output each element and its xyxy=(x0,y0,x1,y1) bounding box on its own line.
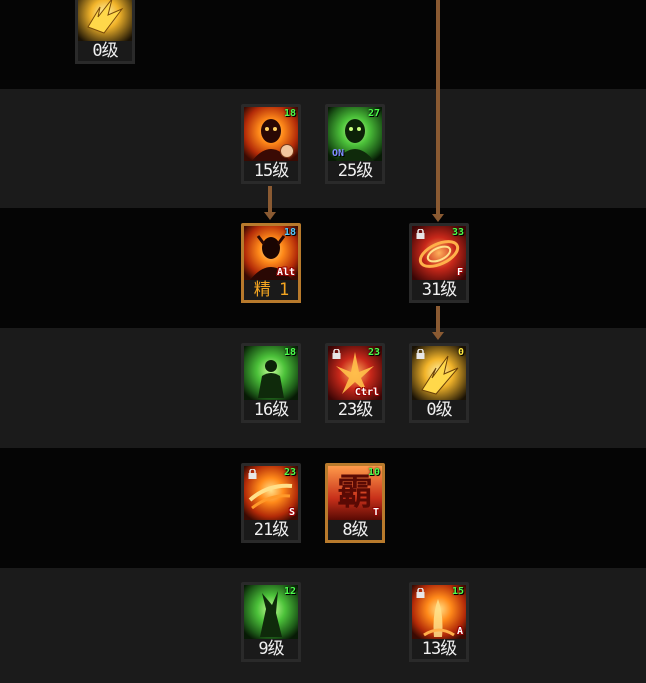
lock-icon xyxy=(416,229,425,239)
skill-level-label: 0级 xyxy=(409,400,469,423)
skill-level-label: 15级 xyxy=(241,161,301,184)
skill-icon-frame: 0 xyxy=(409,343,469,403)
skill-slot-2[interactable]: 27 ON 25级 xyxy=(325,104,385,186)
skill-icon-frame: 18 xyxy=(241,343,301,403)
required-level-badge: 18 xyxy=(283,347,296,358)
skill-slot-4[interactable]: 33 F 31级 xyxy=(409,223,469,305)
hotkey-label: F xyxy=(456,267,463,278)
required-level-badge: 23 xyxy=(367,347,380,358)
skill-slot-6[interactable]: 23 Ctrl 23级 xyxy=(325,343,385,425)
skill-level-label: 25级 xyxy=(325,161,385,184)
row-band-6 xyxy=(0,568,646,683)
skill-level-label: 精 1 xyxy=(241,280,301,303)
row-band-4 xyxy=(0,328,646,448)
hotkey-label: A xyxy=(456,626,463,637)
skill-level-label: 0级 xyxy=(75,41,135,64)
skill-icon-frame: 18 xyxy=(241,104,301,164)
required-level-badge: 10 xyxy=(367,467,380,478)
prereq-arrow-top xyxy=(432,214,444,222)
toggle-on-indicator: ON xyxy=(332,148,345,159)
skill-icon-frame: 33 F xyxy=(409,223,469,283)
hotkey-label: S xyxy=(288,507,295,518)
lock-icon xyxy=(416,588,425,598)
hotkey-label: Alt xyxy=(276,267,295,278)
required-level-badge: 18 xyxy=(283,227,296,238)
skill-slot-10[interactable]: 12 9级 xyxy=(241,582,301,664)
lock-icon xyxy=(416,349,425,359)
required-level-badge: 27 xyxy=(367,108,380,119)
skill-slot-0[interactable]: 0级 xyxy=(75,0,135,66)
required-level-badge: 12 xyxy=(283,586,296,597)
skill-slot-7[interactable]: 0 0级 xyxy=(409,343,469,425)
row-band-3 xyxy=(0,208,646,328)
prereq-line-top xyxy=(436,0,440,214)
skill-level-label: 21级 xyxy=(241,520,301,543)
skill-slot-5[interactable]: 18 16级 xyxy=(241,343,301,425)
required-level-badge: 23 xyxy=(283,467,296,478)
skill-slot-9[interactable]: 霸 10 T 8级 xyxy=(325,463,385,545)
skill-slot-3[interactable]: 18 Alt 精 1 xyxy=(241,223,301,305)
skill-slot-8[interactable]: 23 S 21级 xyxy=(241,463,301,545)
skill-level-label: 23级 xyxy=(325,400,385,423)
skill-level-label: 9级 xyxy=(241,639,301,662)
skill-slot-1[interactable]: 18 15级 xyxy=(241,104,301,186)
skill-level-label: 8级 xyxy=(325,520,385,543)
skill-slot-11[interactable]: 15 A 13级 xyxy=(409,582,469,664)
row-band-2 xyxy=(0,89,646,208)
skill-level-label: 13级 xyxy=(409,639,469,662)
skill-icon-frame: 15 A xyxy=(409,582,469,642)
row-band-5 xyxy=(0,448,646,568)
required-level-badge: 33 xyxy=(451,227,464,238)
hotkey-label: Ctrl xyxy=(354,387,379,398)
prereq-arrow-31-to-0 xyxy=(432,332,444,340)
skill-icon-frame: 18 Alt xyxy=(241,223,301,283)
lightning-burst-icon xyxy=(78,0,132,41)
required-level-badge: 15 xyxy=(451,586,464,597)
required-level-badge: 18 xyxy=(283,108,296,119)
skill-level-label: 16级 xyxy=(241,400,301,423)
required-level-badge: 0 xyxy=(457,347,464,358)
skill-icon-frame: 27 ON xyxy=(325,104,385,164)
lock-icon xyxy=(332,349,341,359)
lock-icon xyxy=(248,469,257,479)
skill-icon-frame: 23 Ctrl xyxy=(325,343,385,403)
cooldown-clock-icon xyxy=(280,144,294,158)
prereq-line-15-to-alt xyxy=(268,186,272,212)
hotkey-label: T xyxy=(372,507,379,518)
skill-level-label: 31级 xyxy=(409,280,469,303)
skill-icon-frame: 23 S xyxy=(241,463,301,523)
prereq-line-31-to-0 xyxy=(436,306,440,332)
skill-icon-frame: 霸 10 T xyxy=(325,463,385,523)
prereq-arrow-15-to-alt xyxy=(264,212,276,220)
skill-icon-frame: 12 xyxy=(241,582,301,642)
skill-icon-frame xyxy=(75,0,135,44)
